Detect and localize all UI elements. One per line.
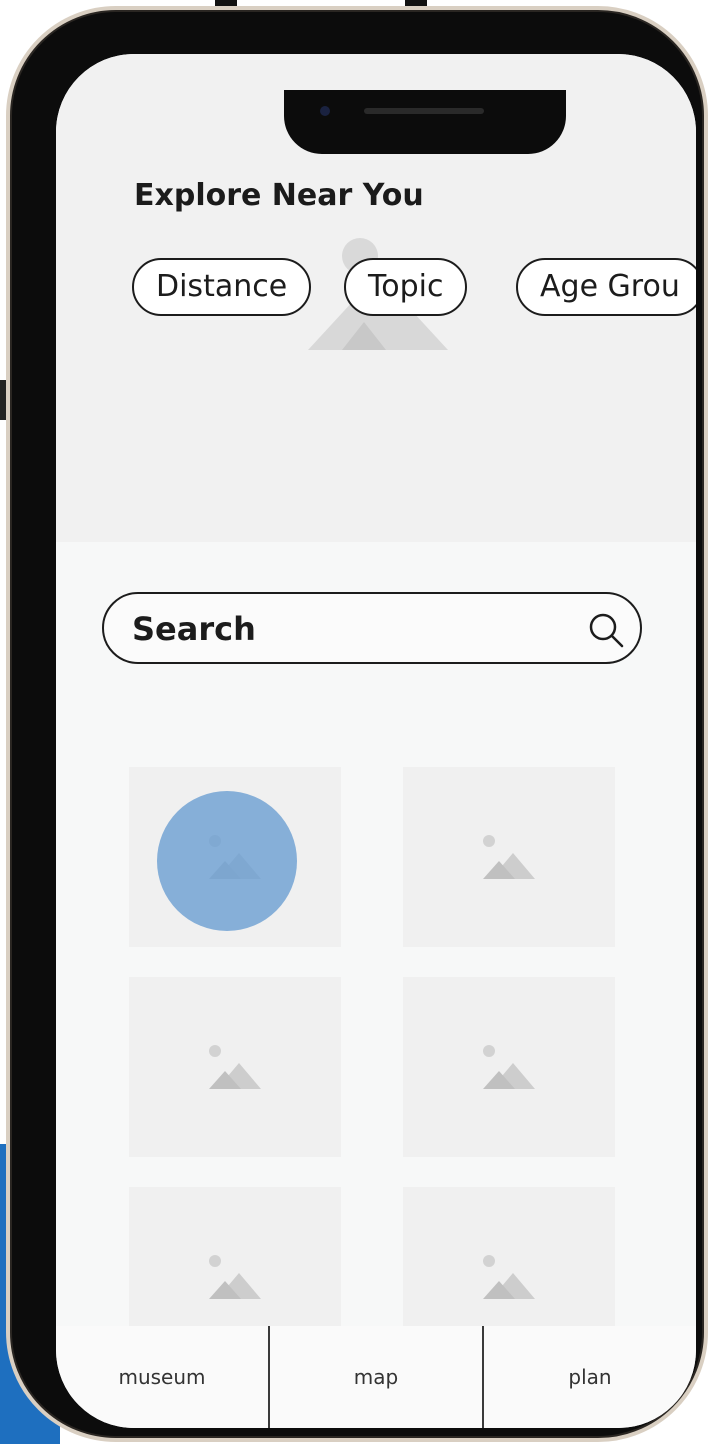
phone-screen: Explore Near You Distance Topic Age Grou…	[56, 54, 696, 1428]
search-bar[interactable]: Search	[102, 592, 642, 664]
search-icon[interactable]	[586, 610, 626, 650]
nav-item-map[interactable]: map	[270, 1326, 484, 1428]
grid-item[interactable]	[129, 977, 341, 1157]
touch-indicator	[157, 791, 297, 931]
filter-chip-distance[interactable]: Distance	[132, 258, 312, 316]
speaker-grille	[364, 108, 484, 114]
search-input[interactable]: Search	[132, 610, 256, 648]
bottom-nav: museum map plan	[56, 1326, 696, 1428]
image-placeholder-icon	[483, 1255, 535, 1299]
phone-frame: Explore Near You Distance Topic Age Grou…	[6, 6, 708, 1442]
camera-icon	[320, 106, 330, 116]
phone-notch	[284, 90, 566, 154]
grid-item[interactable]	[403, 977, 615, 1157]
image-placeholder-icon	[483, 835, 535, 879]
nav-item-museum[interactable]: museum	[56, 1326, 270, 1428]
grid-item[interactable]	[403, 767, 615, 947]
page-title: Explore Near You	[134, 178, 424, 213]
image-placeholder-icon	[483, 1045, 535, 1089]
image-placeholder-icon	[209, 1255, 261, 1299]
filter-chip-topic[interactable]: Topic	[344, 258, 468, 316]
image-placeholder-icon	[209, 1045, 261, 1089]
nav-item-plan[interactable]: plan	[484, 1326, 696, 1428]
filter-chip-age-group[interactable]: Age Grou	[516, 258, 696, 316]
